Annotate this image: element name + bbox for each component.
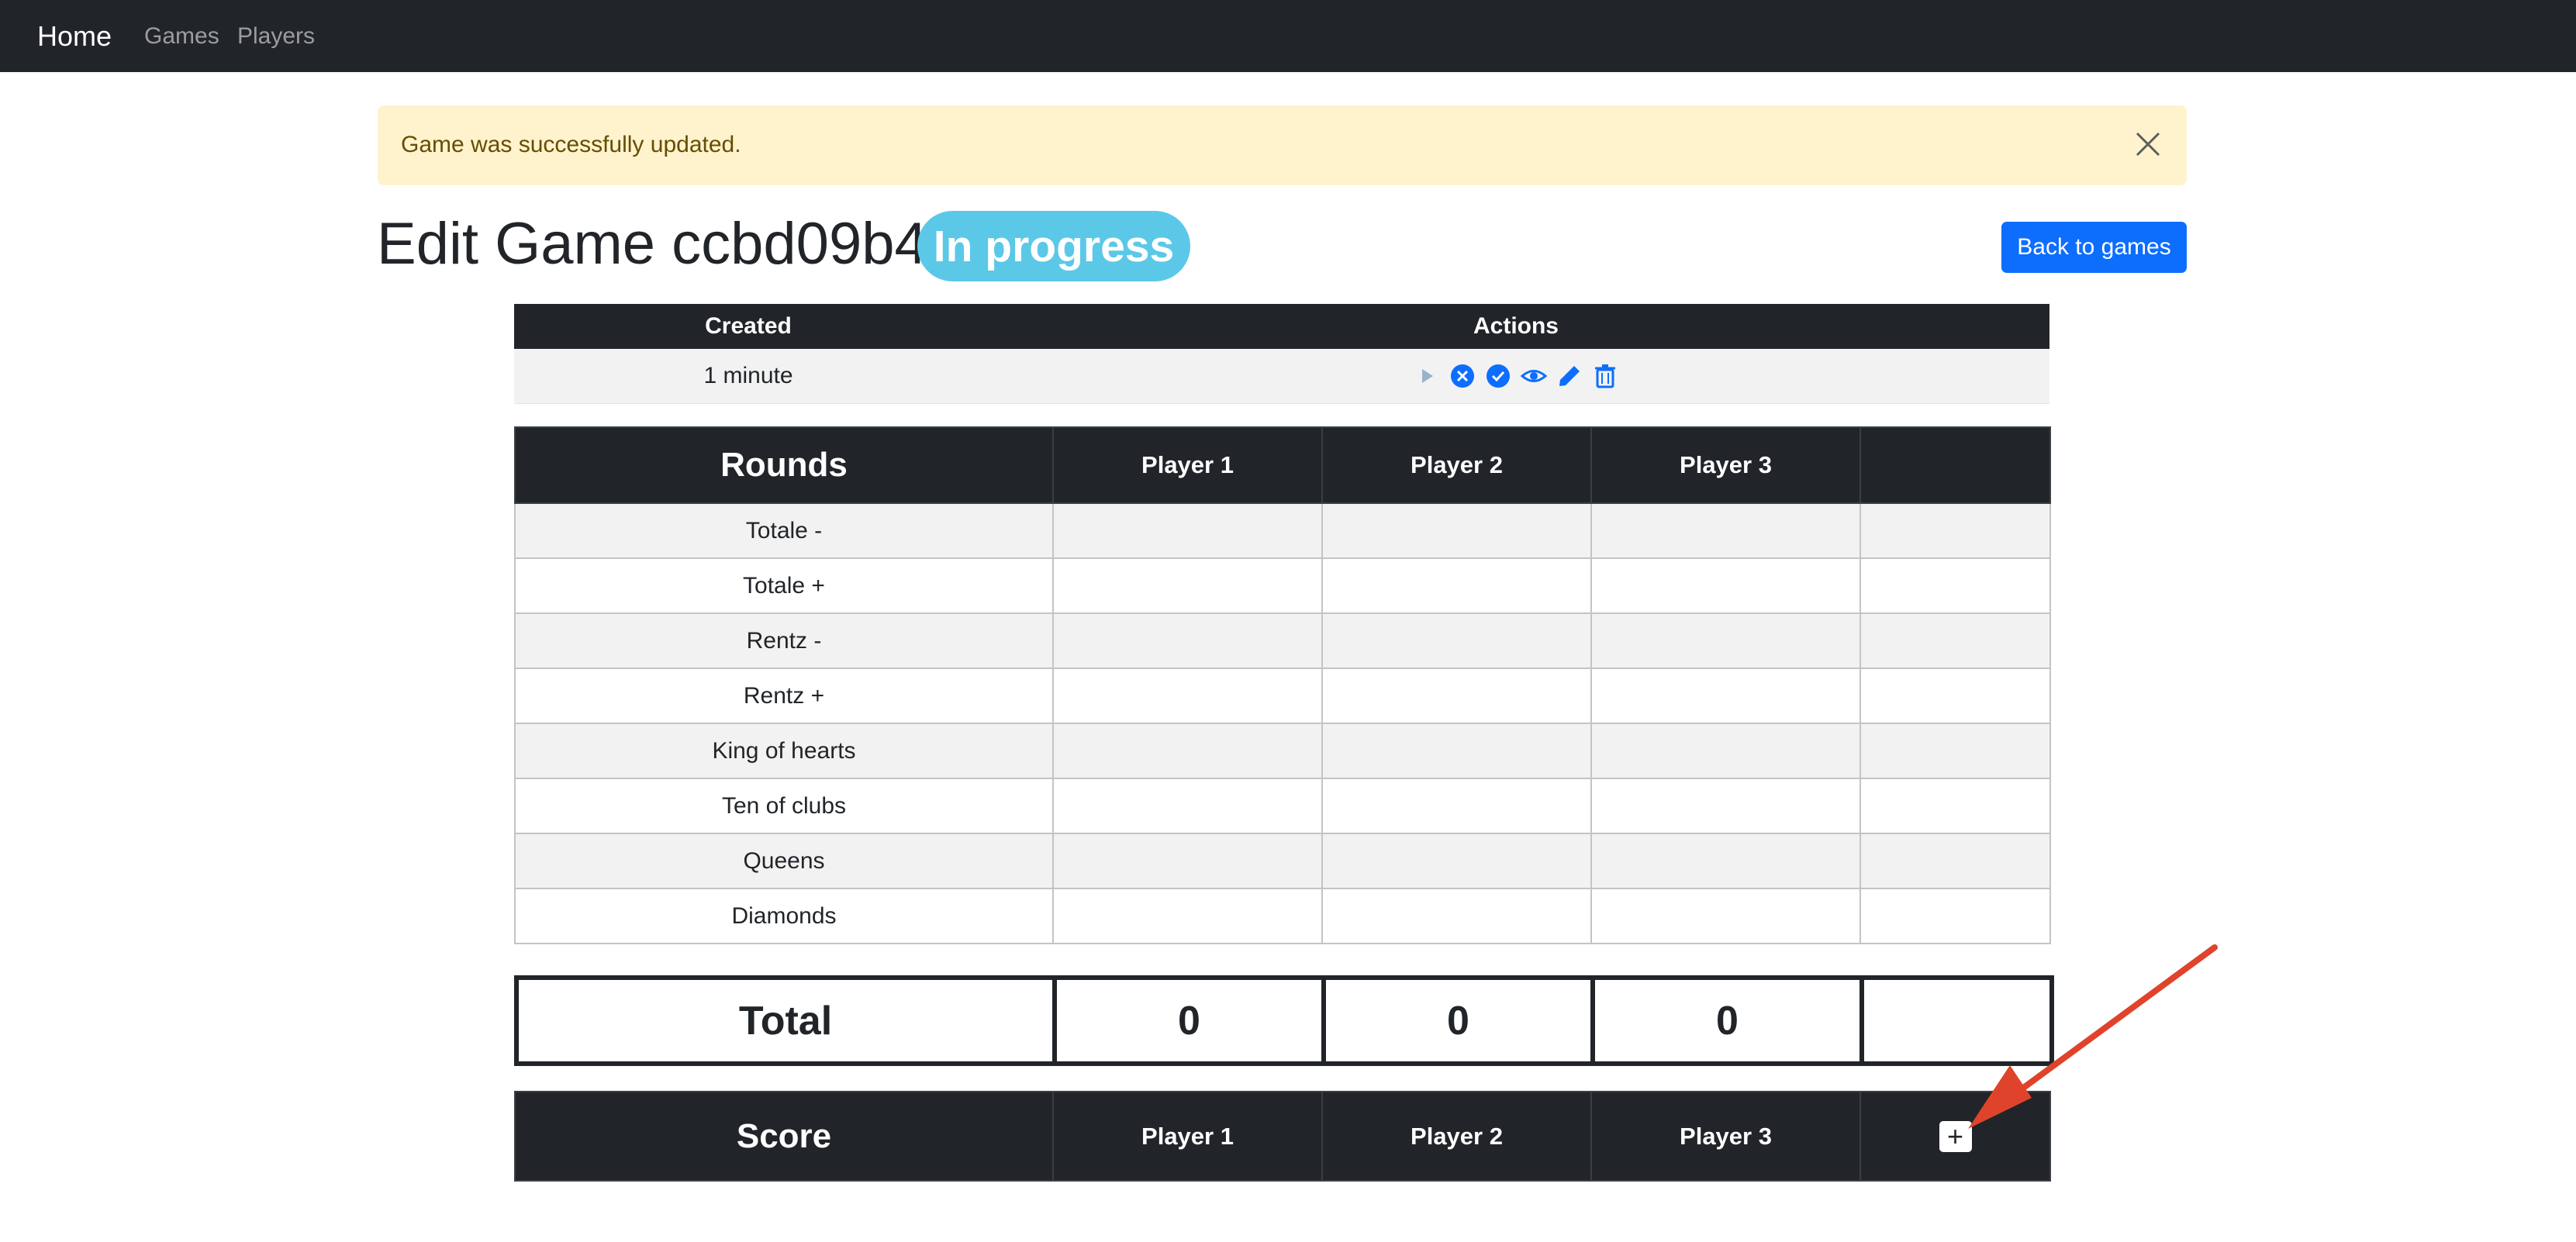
score-cell [1590, 612, 1861, 669]
score-cell [1321, 888, 1592, 944]
nav-games-link[interactable]: Games [144, 23, 219, 50]
total-label: Total [514, 975, 1057, 1066]
score-column-header: Score [514, 1091, 1054, 1182]
extra-column-header [1859, 426, 2051, 504]
score-cell [1052, 502, 1323, 559]
back-to-games-button[interactable]: Back to games [2001, 222, 2187, 273]
score-cell [1590, 502, 1861, 559]
rounds-table: Rounds Player 1 Player 2 Player 3 Totale… [514, 426, 2051, 944]
total-row: Total 0 0 0 [514, 975, 2054, 1066]
cancel-icon[interactable] [1449, 362, 1476, 390]
score-cell [1321, 723, 1592, 779]
score-cell [1590, 723, 1861, 779]
score-cell [1859, 888, 2051, 944]
score-cell [1052, 833, 1323, 889]
table-row: Queens [514, 833, 2051, 889]
round-name: Queens [514, 833, 1054, 889]
table-row: King of hearts [514, 723, 2051, 779]
round-name: Ten of clubs [514, 778, 1054, 834]
score-cell [1052, 557, 1323, 614]
created-column-header: Created [705, 313, 792, 339]
player-3-total: 0 [1590, 975, 1864, 1066]
info-table-header: Created Actions [514, 304, 2049, 349]
table-row: Diamonds [514, 888, 2051, 944]
rounds-column-header: Rounds [514, 426, 1054, 504]
close-icon[interactable] [2132, 129, 2163, 160]
rounds-table-header: Rounds Player 1 Player 2 Player 3 [514, 426, 2051, 504]
total-table: Total 0 0 0 [514, 975, 2054, 1066]
player-2-total: 0 [1321, 975, 1595, 1066]
score-player-2-header: Player 2 [1321, 1091, 1592, 1182]
score-cell [1859, 778, 2051, 834]
edit-icon[interactable] [1556, 362, 1583, 390]
alert-message: Game was successfully updated. [401, 132, 741, 157]
player-2-column-header: Player 2 [1321, 426, 1592, 504]
table-row: Rentz + [514, 668, 2051, 724]
score-table-header: Score Player 1 Player 2 Player 3 + [514, 1091, 2051, 1182]
score-cell [1859, 833, 2051, 889]
score-cell [1052, 888, 1323, 944]
delete-icon[interactable] [1591, 362, 1619, 390]
score-cell [1590, 833, 1861, 889]
player-1-total: 0 [1052, 975, 1326, 1066]
created-value: 1 minute [703, 363, 793, 388]
score-cell [1321, 557, 1592, 614]
round-name: Totale - [514, 502, 1054, 559]
game-info-table: Created Actions 1 minute [514, 304, 2049, 404]
score-cell [1321, 668, 1592, 724]
actions-column-header: Actions [1473, 313, 1559, 339]
status-badge: In progress [917, 211, 1190, 281]
table-row: Rentz - [514, 612, 2051, 669]
table-row: Ten of clubs [514, 778, 2051, 834]
round-name: Rentz + [514, 668, 1054, 724]
score-cell [1859, 557, 2051, 614]
score-cell [1859, 668, 2051, 724]
score-cell [1052, 723, 1323, 779]
actions-cell [982, 349, 2049, 403]
score-cell [1859, 612, 2051, 669]
score-cell [1052, 668, 1323, 724]
nav-players-link[interactable]: Players [237, 23, 315, 50]
view-icon[interactable] [1520, 362, 1548, 390]
nav-home-link[interactable]: Home [37, 20, 112, 53]
score-cell [1590, 557, 1861, 614]
score-cell [1321, 778, 1592, 834]
score-table: Score Player 1 Player 2 Player 3 + [514, 1091, 2051, 1182]
success-alert: Game was successfully updated. [378, 105, 2187, 185]
score-player-3-header: Player 3 [1590, 1091, 1861, 1182]
score-cell [1590, 888, 1861, 944]
score-cell [1859, 502, 2051, 559]
round-name: King of hearts [514, 723, 1054, 779]
complete-icon[interactable] [1484, 362, 1512, 390]
score-player-1-header: Player 1 [1052, 1091, 1323, 1182]
info-table-row: 1 minute [514, 349, 2049, 404]
score-cell [1321, 612, 1592, 669]
annotation-arrow-icon [1968, 944, 2218, 1129]
navbar: Home Games Players [0, 0, 2576, 72]
score-cell [1590, 668, 1861, 724]
player-1-column-header: Player 1 [1052, 426, 1323, 504]
table-row: Totale - [514, 502, 2051, 559]
score-cell [1859, 723, 2051, 779]
score-cell [1321, 833, 1592, 889]
score-cell [1321, 502, 1592, 559]
score-cell [1052, 778, 1323, 834]
round-name: Rentz - [514, 612, 1054, 669]
table-row: Totale + [514, 557, 2051, 614]
play-icon[interactable] [1413, 362, 1441, 390]
page-title: Edit Game ccbd09b4 [377, 211, 927, 277]
score-cell [1590, 778, 1861, 834]
player-3-column-header: Player 3 [1590, 426, 1861, 504]
round-name: Diamonds [514, 888, 1054, 944]
round-name: Totale + [514, 557, 1054, 614]
score-cell [1052, 612, 1323, 669]
